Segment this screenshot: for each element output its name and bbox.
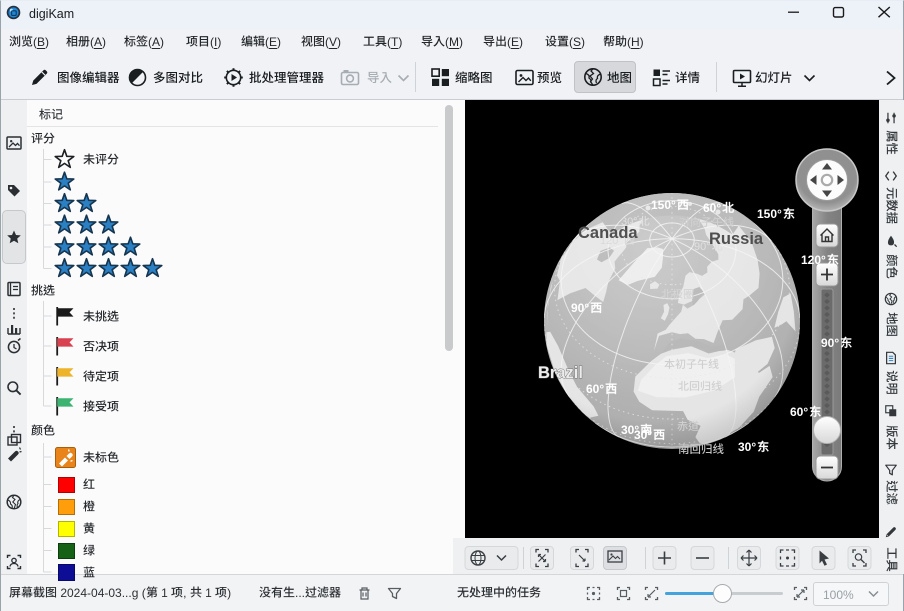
svg-text:Canada: Canada <box>578 224 638 242</box>
svg-text:150°: 150° <box>651 198 676 212</box>
svg-text:90°: 90° <box>821 336 839 350</box>
svg-text:120°: 120° <box>801 253 826 267</box>
svg-text:60°: 60° <box>586 382 604 396</box>
svg-text:Russia: Russia <box>709 230 764 248</box>
svg-text:60°: 60° <box>703 201 721 215</box>
svg-text:30°: 30° <box>738 440 756 454</box>
svg-text:30°: 30° <box>634 428 652 442</box>
svg-text:60°: 60° <box>790 405 808 419</box>
svg-text:90°: 90° <box>571 301 589 315</box>
svg-text:Brazil: Brazil <box>538 364 583 382</box>
svg-text:150°: 150° <box>757 207 782 221</box>
